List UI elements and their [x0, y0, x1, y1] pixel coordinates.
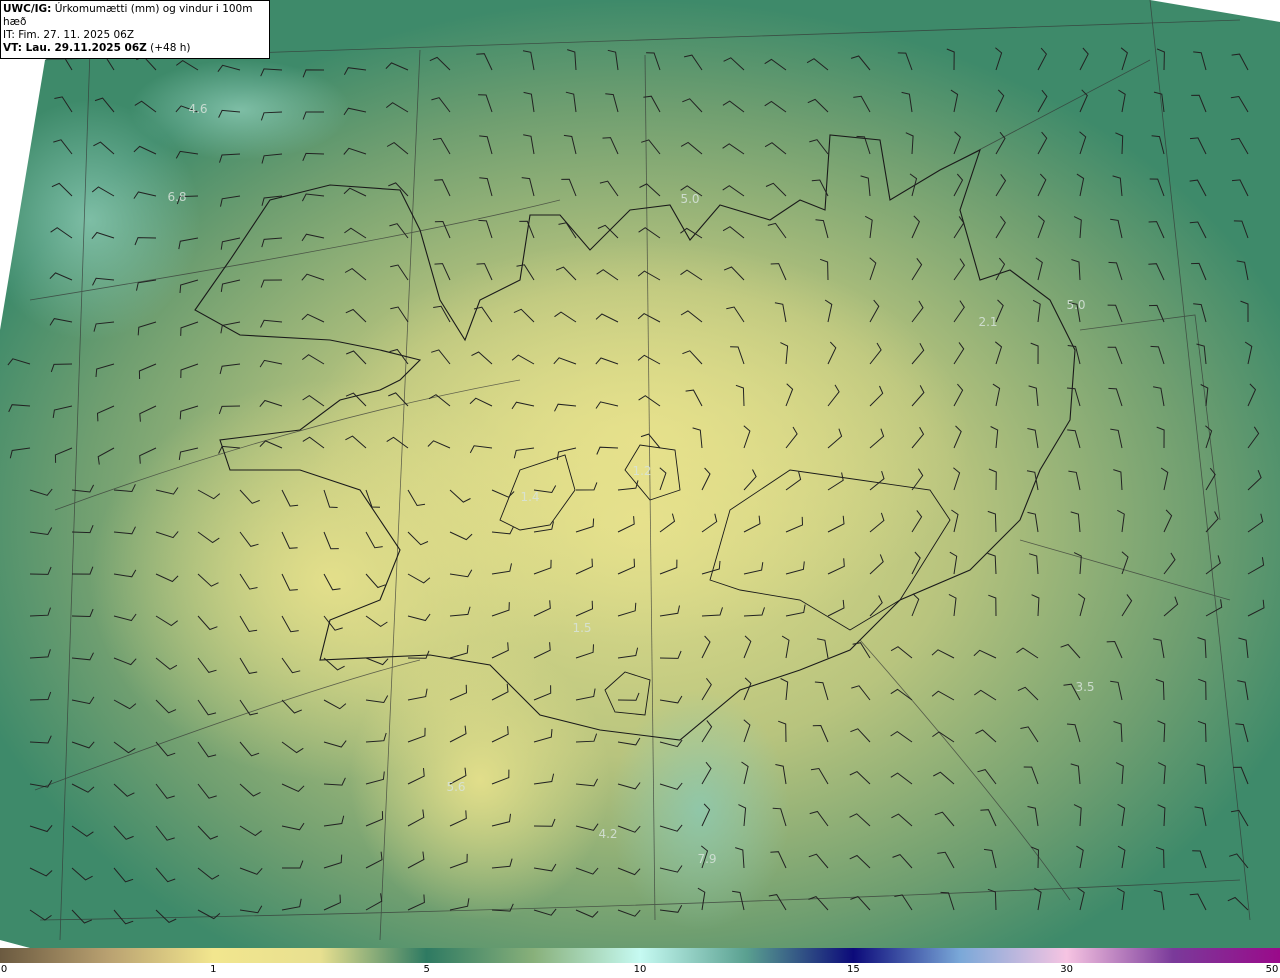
colorbar-ticks: 0 1 5 10 15 30 50 — [0, 963, 1280, 978]
precip-value-label: 3.5 — [1075, 680, 1094, 694]
precip-value-label: 5.0 — [1066, 298, 1085, 312]
colorbar-tick: 0 — [0, 964, 8, 975]
precip-value-label: 5.0 — [680, 192, 699, 206]
precip-value-label: 4.6 — [188, 102, 207, 116]
precip-value-label: 1.5 — [572, 621, 591, 635]
field-wet-north — [130, 60, 350, 160]
field-dry-south — [350, 640, 610, 920]
colorbar-tick: 5 — [423, 964, 430, 975]
precip-value-label: 1.4 — [520, 490, 539, 504]
valid-time: VT: Lau. 29.11.2025 06Z — [3, 42, 147, 54]
field-wet-south — [610, 690, 790, 930]
precip-value-label: 7.9 — [697, 852, 716, 866]
precip-value-label: 2.1 — [978, 315, 997, 329]
model-label: UWC/IG: — [3, 3, 52, 15]
precip-value-label: 5.6 — [446, 780, 465, 794]
precip-value-label: 1.2 — [632, 464, 651, 478]
colorbar-tick: 1 — [210, 964, 217, 975]
lead-time: (+48 h) — [150, 42, 191, 54]
map-title-box: UWC/IG: Úrkomumætti (mm) og vindur i 100… — [0, 0, 270, 59]
colorbar-tick: 30 — [1060, 964, 1074, 975]
precip-value-label: 4.2 — [598, 827, 617, 841]
colorbar-tick: 50 — [1265, 964, 1279, 975]
colorbar — [0, 948, 1280, 963]
colorbar-tick: 15 — [846, 964, 860, 975]
colorbar-tick: 10 — [633, 964, 647, 975]
precip-value-label: 6.8 — [167, 190, 186, 204]
precipitation-wind-map: 4.6 6.8 5.0 5.0 2.1 1.4 1.2 1.5 3.5 5.6 4.2 7.9 — [0, 0, 1280, 948]
init-time: IT: Fim. 27. 11. 2025 06Z — [3, 29, 135, 41]
